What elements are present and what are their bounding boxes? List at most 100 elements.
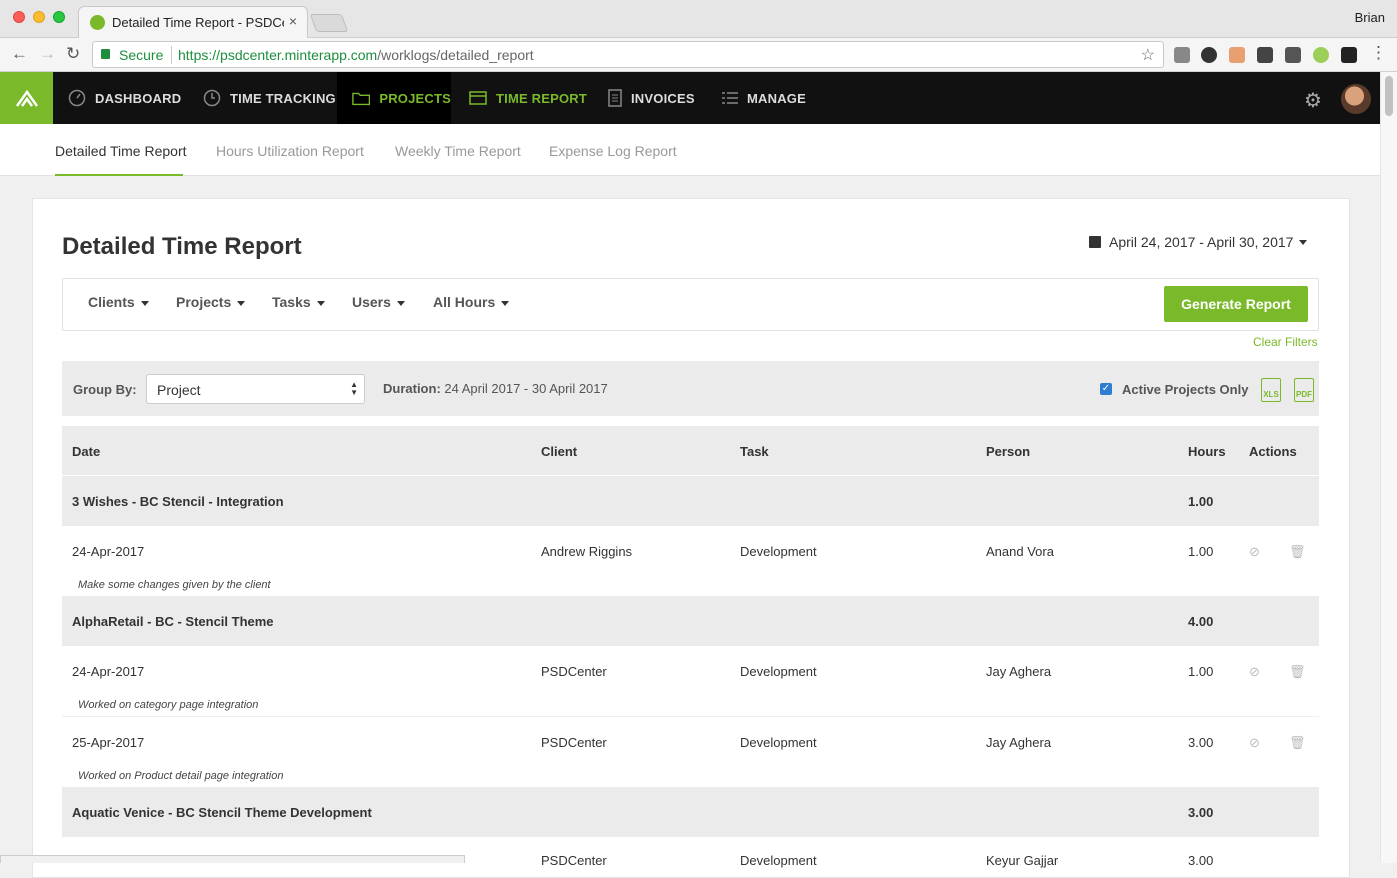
date-range-text: April 24, 2017 - April 30, 2017 xyxy=(1109,234,1294,250)
nav-time-report[interactable]: TIME REPORT xyxy=(469,72,587,124)
extension-minter-icon[interactable] xyxy=(1313,47,1329,63)
tab-detailed-time-report[interactable]: Detailed Time Report xyxy=(55,143,187,159)
url-path: /worklogs/detailed_report xyxy=(377,47,534,63)
caret-down-icon xyxy=(501,300,510,306)
address-bar[interactable]: Secure https://psdcenter.minterapp.com/w… xyxy=(92,41,1164,68)
entry-person: Jay Aghera xyxy=(986,664,1052,679)
header-person: Person xyxy=(986,444,1031,459)
tab-expense-log-report[interactable]: Expense Log Report xyxy=(549,143,677,159)
nav-projects[interactable]: PROJECTS xyxy=(337,72,451,124)
trash-icon[interactable]: 🗑 xyxy=(1289,735,1306,751)
group-by-select[interactable]: Project ▲ ▼ xyxy=(146,374,365,404)
group-by-value: Project xyxy=(157,382,201,398)
extension-m-icon[interactable] xyxy=(1285,47,1301,63)
caret-down-icon xyxy=(1299,239,1308,245)
extension-face-icon[interactable] xyxy=(1229,47,1245,63)
user-avatar[interactable] xyxy=(1341,84,1371,114)
filter-projects[interactable]: Projects xyxy=(176,294,246,310)
tab-close-icon[interactable]: × xyxy=(289,13,297,29)
extension-color-icon[interactable] xyxy=(1201,47,1217,63)
gauge-icon xyxy=(68,89,86,107)
filter-tasks[interactable]: Tasks xyxy=(272,294,325,310)
header-hours: Hours xyxy=(1188,444,1226,459)
nav-time-tracking-label: TIME TRACKING xyxy=(230,90,336,106)
entry-task: Development xyxy=(740,853,817,868)
trash-icon[interactable]: 🗑 xyxy=(1289,544,1306,560)
tab-weekly-time-report[interactable]: Weekly Time Report xyxy=(395,143,521,159)
scrollbar-thumb[interactable] xyxy=(1385,76,1393,116)
browser-tab[interactable]: Detailed Time Report - PSDCenter × xyxy=(78,6,308,38)
browser-profile-name[interactable]: Brian xyxy=(1355,10,1385,25)
active-projects-checkbox[interactable]: ✓ xyxy=(1100,383,1112,395)
url-text[interactable]: https://psdcenter.minterapp.com/worklogs… xyxy=(178,47,534,63)
maximize-window-button[interactable] xyxy=(53,11,65,23)
browser-menu-icon[interactable]: ⋮ xyxy=(1370,43,1387,63)
entry-task: Development xyxy=(740,664,817,679)
url-scheme: https:// xyxy=(178,47,221,63)
nav-manage[interactable]: MANAGE xyxy=(722,72,806,124)
header-actions: Actions xyxy=(1249,444,1297,459)
caret-down-icon xyxy=(396,300,405,306)
caret-down-icon xyxy=(237,300,246,306)
header-task: Task xyxy=(740,444,769,459)
tab-hours-utilization-report[interactable]: Hours Utilization Report xyxy=(216,143,364,159)
filter-clients-label: Clients xyxy=(88,294,135,310)
export-xls-icon[interactable]: XLS xyxy=(1261,378,1281,402)
duration-value: 24 April 2017 - 30 April 2017 xyxy=(444,381,608,396)
edit-icon[interactable]: ⊘ xyxy=(1249,544,1260,560)
project-group-name: 3 Wishes - BC Stencil - Integration xyxy=(72,494,284,509)
minter-logo-icon xyxy=(15,89,38,107)
generate-report-button[interactable]: Generate Report xyxy=(1164,286,1308,322)
nav-manage-label: MANAGE xyxy=(747,90,806,106)
extension-clapper-icon[interactable] xyxy=(1257,47,1273,63)
folder-icon xyxy=(352,92,371,106)
browser-tab-strip: Detailed Time Report - PSDCenter × Brian xyxy=(0,0,1397,38)
edit-icon[interactable]: ⊘ xyxy=(1249,735,1260,751)
settings-gear-icon[interactable]: ⚙ xyxy=(1304,88,1322,113)
filter-users-label: Users xyxy=(352,294,391,310)
project-group-hours: 4.00 xyxy=(1188,614,1214,629)
minter-logo[interactable] xyxy=(0,72,53,124)
entry-hours: 1.00 xyxy=(1188,664,1214,679)
filter-projects-label: Projects xyxy=(176,294,232,310)
entry-client: Andrew Riggins xyxy=(541,544,633,559)
forward-arrow-icon[interactable]: → xyxy=(39,44,56,64)
project-group-name: AlphaRetail - BC - Stencil Theme xyxy=(72,614,274,629)
filter-all-hours[interactable]: All Hours xyxy=(433,294,510,310)
edit-icon[interactable]: ⊘ xyxy=(1249,664,1260,680)
page-scrollbar[interactable] xyxy=(1380,72,1397,863)
lock-icon xyxy=(101,49,110,59)
duration-text: Duration: 24 April 2017 - 30 April 2017 xyxy=(383,381,608,396)
trash-icon[interactable]: 🗑 xyxy=(1289,664,1306,680)
entry-note: Make some changes given by the client xyxy=(78,579,271,591)
caret-down-icon xyxy=(316,300,325,306)
entry-person: Anand Vora xyxy=(986,544,1054,559)
bookmark-star-icon[interactable]: ☆ xyxy=(1141,45,1155,65)
back-arrow-icon[interactable]: ← xyxy=(11,44,28,64)
date-range-picker[interactable]: April 24, 2017 - April 30, 2017 xyxy=(1089,234,1308,250)
nav-dashboard[interactable]: DASHBOARD xyxy=(68,72,181,124)
extension-owl-icon[interactable] xyxy=(1341,47,1357,63)
entry-person: Jay Aghera xyxy=(986,735,1052,750)
clear-filters-link[interactable]: Clear Filters xyxy=(1253,335,1318,349)
new-tab-button[interactable] xyxy=(309,14,349,32)
entry-date: 24-Apr-2017 xyxy=(72,664,145,679)
clock-icon xyxy=(203,89,221,107)
export-pdf-icon[interactable]: PDF xyxy=(1294,378,1314,402)
reload-icon[interactable]: ↻ xyxy=(66,44,80,64)
entry-note: Worked on Product detail page integratio… xyxy=(78,770,284,782)
minimize-window-button[interactable] xyxy=(33,11,45,23)
document-icon xyxy=(608,89,622,107)
report-subnav: Detailed Time Report Hours Utilization R… xyxy=(0,124,1380,176)
filter-clients[interactable]: Clients xyxy=(88,294,149,310)
nav-invoices-label: INVOICES xyxy=(631,90,695,106)
entry-task: Development xyxy=(740,544,817,559)
nav-time-tracking[interactable]: TIME TRACKING xyxy=(203,72,336,124)
close-window-button[interactable] xyxy=(13,11,25,23)
nav-invoices[interactable]: INVOICES xyxy=(608,72,695,124)
extension-bug-icon[interactable] xyxy=(1174,47,1190,63)
filter-all-hours-label: All Hours xyxy=(433,294,496,310)
filter-users[interactable]: Users xyxy=(352,294,405,310)
nav-projects-label: PROJECTS xyxy=(379,90,451,106)
table-header xyxy=(62,426,1319,475)
